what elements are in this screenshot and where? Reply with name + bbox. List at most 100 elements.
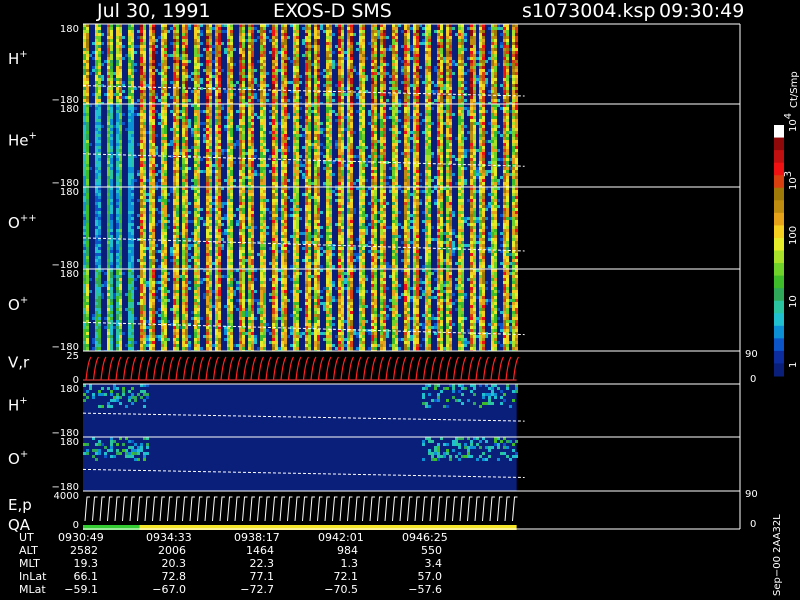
heatmap-cell: [413, 63, 416, 66]
heatmap-cell: [182, 45, 185, 48]
heatmap-cell: [317, 57, 320, 60]
heatmap-cell: [362, 137, 365, 140]
heatmap-cell: [425, 69, 428, 72]
heatmap-cell: [218, 90, 221, 93]
heatmap-cell: [347, 36, 350, 39]
heatmap-cell: [194, 48, 197, 51]
heatmap-cell: [338, 72, 341, 75]
heatmap-cell: [272, 84, 275, 87]
heatmap-cell: [347, 110, 350, 113]
heatmap-cell: [305, 36, 308, 39]
heatmap-cell: [515, 75, 518, 78]
heatmap-cell: [311, 75, 314, 78]
heatmap-cell: [437, 33, 440, 36]
heatmap-cell: [479, 137, 482, 140]
heatmap-cell: [263, 161, 266, 164]
heatmap-cell: [239, 182, 242, 185]
heatmap-cell: [107, 119, 110, 122]
heatmap-cell: [413, 119, 416, 122]
heatmap-cell: [473, 51, 476, 54]
heatmap-cell: [350, 167, 353, 170]
heatmap-cell: [119, 63, 122, 66]
heatmap-cell: [83, 146, 86, 149]
heatmap-cell: [218, 84, 221, 87]
heatmap-cell: [272, 161, 275, 164]
heatmap-cell: [143, 48, 146, 51]
heatmap-cell: [440, 42, 443, 45]
heatmap-cell: [209, 51, 212, 54]
heatmap-cell: [479, 42, 482, 45]
heatmap-cell: [437, 54, 440, 57]
heatmap-cell: [161, 57, 164, 60]
heatmap-cell: [272, 51, 275, 54]
heatmap-cell: [131, 72, 134, 75]
heatmap-cell: [452, 155, 455, 158]
heatmap-cell: [341, 54, 344, 57]
heatmap-cell: [425, 84, 428, 87]
heatmap-cell: [116, 149, 119, 152]
heatmap-cell: [146, 84, 149, 87]
heatmap-cell: [239, 66, 242, 69]
heatmap-cell: [176, 57, 179, 60]
heatmap-cell: [434, 84, 437, 87]
heatmap-cell: [284, 167, 287, 170]
heatmap-cell: [164, 182, 167, 185]
heatmap-cell: [473, 179, 476, 182]
heatmap-cell: [149, 63, 152, 66]
heatmap-cell: [131, 54, 134, 57]
heatmap-cell: [149, 122, 152, 125]
heatmap-cell: [83, 39, 86, 42]
heatmap-cell: [329, 57, 332, 60]
heatmap-cell: [482, 45, 485, 48]
heatmap-cell: [479, 69, 482, 72]
heatmap-cell: [293, 78, 296, 81]
heatmap-cell: [251, 176, 254, 179]
heatmap-cell: [473, 122, 476, 125]
heatmap-cell: [185, 84, 188, 87]
heatmap-cell: [359, 75, 362, 78]
heatmap-cell: [215, 128, 218, 131]
heatmap-cell: [155, 39, 158, 42]
heatmap-cell: [461, 48, 464, 51]
heatmap-cell: [143, 99, 146, 102]
heatmap-cell: [449, 131, 452, 134]
heatmap-cell: [119, 164, 122, 167]
heatmap-cell: [326, 45, 329, 48]
heatmap-cell: [263, 182, 266, 185]
heatmap-cell: [428, 33, 431, 36]
heatmap-cell: [473, 173, 476, 176]
heatmap-cell: [137, 36, 140, 39]
heatmap-cell: [227, 81, 230, 84]
heatmap-cell: [143, 45, 146, 48]
heatmap-cell: [506, 155, 509, 158]
heatmap-cell: [446, 143, 449, 146]
heatmap-cell: [395, 57, 398, 60]
heatmap-cell: [494, 137, 497, 140]
heatmap-cell: [341, 27, 344, 30]
heatmap-cell: [461, 137, 464, 140]
heatmap-cell: [428, 42, 431, 45]
heatmap-cell: [452, 113, 455, 116]
heatmap-cell: [110, 155, 113, 158]
heatmap-cell: [263, 81, 266, 84]
heatmap-cell: [305, 107, 308, 110]
heatmap-cell: [194, 152, 197, 155]
heatmap-cell: [467, 149, 470, 152]
heatmap-cell: [197, 110, 200, 113]
heatmap-cell: [461, 30, 464, 33]
heatmap-cell: [143, 179, 146, 182]
heatmap-cell: [230, 93, 233, 96]
heatmap-cell: [161, 42, 164, 45]
heatmap-cell: [416, 39, 419, 42]
heatmap-cell: [272, 122, 275, 125]
heatmap-cell: [470, 131, 473, 134]
heatmap-cell: [152, 143, 155, 146]
heatmap-cell: [425, 30, 428, 33]
heatmap-cell: [293, 96, 296, 99]
heatmap-cell: [461, 182, 464, 185]
heatmap-cell: [494, 36, 497, 39]
heatmap-cell: [248, 51, 251, 54]
heatmap-cell: [383, 155, 386, 158]
heatmap-cell: [206, 93, 209, 96]
heatmap-cell: [305, 51, 308, 54]
